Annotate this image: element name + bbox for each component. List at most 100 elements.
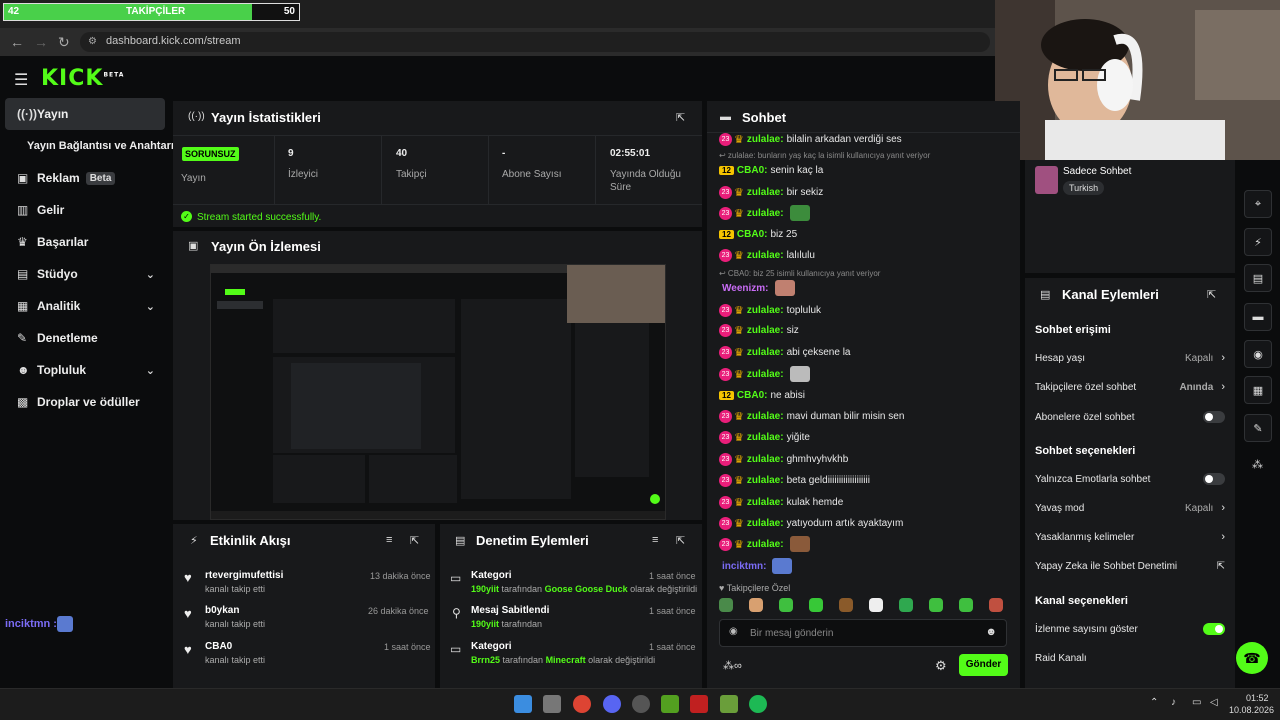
account-age-row[interactable]: Hesap yaşı Kapalı ›: [1035, 352, 1225, 364]
chat-message[interactable]: 23 ♛ zulalae:: [719, 205, 810, 221]
chat-message[interactable]: 12 CBA0: biz 25: [719, 226, 797, 242]
volume-icon[interactable]: ◁: [1210, 697, 1218, 708]
reload-icon[interactable]: ↻: [58, 34, 70, 51]
chat-username[interactable]: zulalae:: [747, 347, 784, 358]
chat-message[interactable]: inciktmn:: [719, 558, 793, 574]
chat-username[interactable]: zulalae:: [747, 208, 784, 219]
banned-words-row[interactable]: Yasaklanmış kelimeler ›: [1035, 531, 1225, 543]
points-icon[interactable]: ⁂∞: [723, 659, 742, 672]
chat-username[interactable]: zulalae:: [747, 475, 784, 486]
chat-username[interactable]: zulalae:: [747, 454, 784, 465]
sidebar-item-achievements[interactable]: ♛ Başarılar: [5, 226, 165, 258]
emote-button[interactable]: [749, 598, 763, 612]
support-button[interactable]: ☎: [1236, 642, 1268, 674]
rail-wrench-icon[interactable]: ✎: [1244, 414, 1272, 442]
chat-message[interactable]: 23 ♛ zulalae: yiğite: [719, 429, 810, 445]
discord-icon[interactable]: [603, 695, 621, 713]
chat-username[interactable]: zulalae:: [747, 411, 784, 422]
sidebar-item-ads[interactable]: ▣ Reklam Beta: [5, 162, 165, 194]
emote-button[interactable]: [719, 598, 733, 612]
sidebar-item-revenue[interactable]: ▥ Gelir: [5, 194, 165, 226]
chat-username[interactable]: zulalae:: [747, 187, 784, 198]
chat-message[interactable]: 23 ♛ zulalae: beta geldiiiiiiiiiiiiiiiiiii: [719, 472, 870, 488]
sidebar-item-drops[interactable]: ▩ Droplar ve ödüller: [5, 386, 165, 418]
chat-message[interactable]: 23 ♛ zulalae: kulak hemde: [719, 494, 843, 510]
chat-username[interactable]: CBA0:: [737, 229, 768, 240]
chat-username[interactable]: zulalae:: [747, 369, 784, 380]
chat-message[interactable]: 23 ♛ zulalae: bir sekiz: [719, 184, 823, 200]
popout-icon[interactable]: ⇱: [676, 534, 685, 547]
site-info-icon[interactable]: ⚙: [88, 36, 97, 47]
windows-start-icon[interactable]: [514, 695, 532, 713]
emote-button[interactable]: [899, 598, 913, 612]
menu-icon[interactable]: ☰: [14, 70, 28, 90]
chat-username[interactable]: CBA0:: [737, 390, 768, 401]
emote-button[interactable]: [959, 598, 973, 612]
chat-username[interactable]: zulalae:: [747, 250, 784, 261]
chat-message[interactable]: 23 ♛ zulalae: bilalin arkadan verdiği ses: [719, 131, 902, 147]
obs-icon[interactable]: [632, 695, 650, 713]
sidebar-item-studio[interactable]: ▤ Stüdyo ⌄: [5, 258, 165, 290]
forward-icon[interactable]: →: [34, 34, 48, 50]
chat-message[interactable]: 12 CBA0: ne abisi: [719, 387, 805, 403]
emote-button[interactable]: [929, 598, 943, 612]
emote-button[interactable]: [989, 598, 1003, 612]
activity-user[interactable]: b0ykan: [205, 605, 239, 616]
recorder-icon[interactable]: [690, 695, 708, 713]
chat-username[interactable]: zulalae:: [747, 134, 784, 145]
chat-username[interactable]: zulalae:: [747, 432, 784, 443]
kick-logo[interactable]: KICKBETA: [41, 66, 124, 91]
rail-dots-icon[interactable]: ⁂: [1252, 458, 1263, 471]
stream-preview-video[interactable]: [210, 264, 666, 520]
raid-row[interactable]: Raid Kanalı: [1035, 653, 1225, 664]
chat-username[interactable]: zulalae:: [747, 497, 784, 508]
chat-message[interactable]: 23 ♛ zulalae: yatıyodum artık ayaktayım: [719, 515, 903, 531]
chrome-icon[interactable]: [573, 695, 591, 713]
back-icon[interactable]: ←: [10, 34, 24, 50]
sidebar-item-stream[interactable]: ((·)) Yayın: [5, 98, 165, 130]
filter-icon[interactable]: ≡: [652, 534, 658, 546]
rail-scan-icon[interactable]: ⌖: [1244, 190, 1272, 218]
gear-icon[interactable]: ⚙: [935, 658, 947, 674]
chat-message[interactable]: 23 ♛ zulalae: ghmhvyhvkhb: [719, 451, 848, 467]
chat-message[interactable]: Weenizm:: [719, 280, 795, 296]
rail-lightning-icon[interactable]: ⚡: [1244, 228, 1272, 256]
activity-user[interactable]: CBA0: [205, 641, 232, 652]
emote-only-row[interactable]: Yalnızca Emotlarla sohbet: [1035, 473, 1225, 485]
sidebar-item-moderation[interactable]: ✎ Denetleme: [5, 322, 165, 354]
emote-button[interactable]: [839, 598, 853, 612]
sidebar-item-stream-key[interactable]: Yayın Bağlantısı ve Anahtarı: [5, 130, 175, 162]
popout-icon[interactable]: ⇱: [676, 111, 685, 124]
emote-button[interactable]: [779, 598, 793, 612]
chat-username[interactable]: zulalae:: [747, 325, 784, 336]
chat-username[interactable]: inciktmn:: [722, 561, 766, 572]
microphone-icon[interactable]: ♪: [1171, 697, 1176, 708]
slow-mode-row[interactable]: Yavaş mod Kapalı ›: [1035, 502, 1225, 514]
chat-message[interactable]: 12 CBA0: senin kaç la: [719, 162, 823, 178]
followers-chat-row[interactable]: Takipçilere özel sohbet Anında ›: [1035, 381, 1225, 393]
filter-icon[interactable]: ≡: [386, 534, 392, 546]
rail-chat-icon[interactable]: ▬: [1244, 303, 1272, 331]
show-viewers-row[interactable]: İzlenme sayısını göster: [1035, 623, 1225, 635]
activity-user[interactable]: rtevergimufettisi: [205, 570, 283, 581]
clock-time[interactable]: 01:52: [1246, 693, 1269, 703]
kick-app-icon[interactable]: [661, 695, 679, 713]
chat-username[interactable]: zulalae:: [747, 539, 784, 550]
network-icon[interactable]: ▭: [1192, 697, 1201, 708]
clock-date[interactable]: 10.08.2026: [1229, 705, 1274, 715]
rail-document-icon[interactable]: ▤: [1244, 264, 1272, 292]
emote-button[interactable]: [809, 598, 823, 612]
emoji-icon[interactable]: ☻: [985, 626, 997, 638]
popout-icon[interactable]: ⇱: [1207, 288, 1216, 301]
chat-message[interactable]: 23 ♛ zulalae: abi çeksene la: [719, 344, 851, 360]
chat-username[interactable]: CBA0:: [737, 165, 768, 176]
sidebar-item-analytics[interactable]: ▦ Analitik ⌄: [5, 290, 165, 322]
ai-moderation-row[interactable]: Yapay Zeka ile Sohbet Denetimi ⇱: [1035, 561, 1225, 572]
tray-chevron-icon[interactable]: ⌃: [1150, 697, 1158, 708]
rail-broadcast-icon[interactable]: ◉: [1244, 340, 1272, 368]
subs-chat-row[interactable]: Abonelere özel sohbet: [1035, 411, 1225, 423]
chat-message[interactable]: 23 ♛ zulalae: siz: [719, 322, 799, 338]
chat-message[interactable]: 23 ♛ zulalae:: [719, 536, 810, 552]
url-input[interactable]: dashboard.kick.com/stream: [80, 32, 990, 52]
task-view-icon[interactable]: [543, 695, 561, 713]
